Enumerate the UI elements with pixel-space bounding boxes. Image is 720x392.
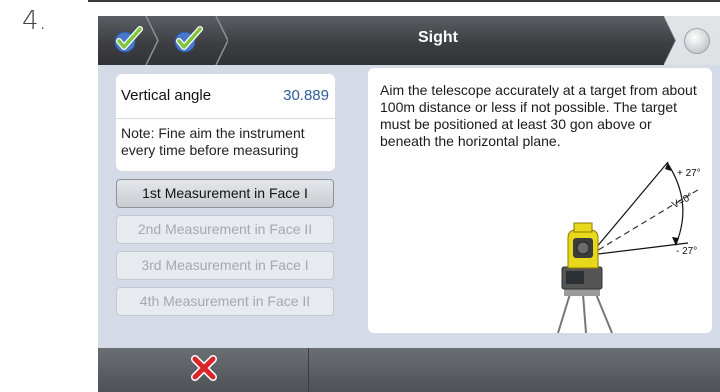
check-icon	[174, 26, 203, 53]
bottom-bar	[98, 348, 720, 392]
step-number: 4.	[22, 6, 47, 36]
breadcrumb-step-1[interactable]	[98, 16, 159, 65]
breadcrumb-step-2[interactable]	[158, 16, 228, 65]
check-icon	[114, 26, 143, 53]
telescope-diagram: + 27° V=0° - 27°	[557, 161, 702, 333]
x-icon	[191, 355, 217, 381]
cancel-button[interactable]	[98, 348, 309, 392]
instruction-card: Aim the telescope accurately at a target…	[368, 68, 712, 333]
vertical-angle-card: Vertical angle 30.889 Note: Fine aim the…	[116, 74, 335, 171]
vertical-angle-label: Vertical angle	[121, 87, 212, 104]
page-title: Sight	[418, 29, 458, 46]
measurement-1-button[interactable]: 1st Measurement in Face I	[116, 179, 334, 208]
status-light-icon	[684, 28, 710, 54]
vertical-angle-value: 30.889	[283, 87, 329, 104]
card-divider	[116, 118, 335, 119]
status-area	[664, 16, 720, 65]
top-divider	[88, 0, 720, 2]
upper-angle-label: + 27°	[677, 168, 701, 179]
fine-aim-note: Note: Fine aim the instrument every time…	[121, 125, 305, 158]
measurement-2-button[interactable]: 2nd Measurement in Face II	[116, 215, 334, 244]
measurement-4-button[interactable]: 4th Measurement in Face II	[116, 287, 334, 316]
lower-angle-label: - 27°	[676, 246, 697, 257]
device-screen: Sight Vertical angle 30.889 Note: Fine a…	[98, 16, 720, 392]
title-bar: Sight	[98, 16, 720, 65]
measurement-3-button[interactable]: 3rd Measurement in Face I	[116, 251, 334, 280]
